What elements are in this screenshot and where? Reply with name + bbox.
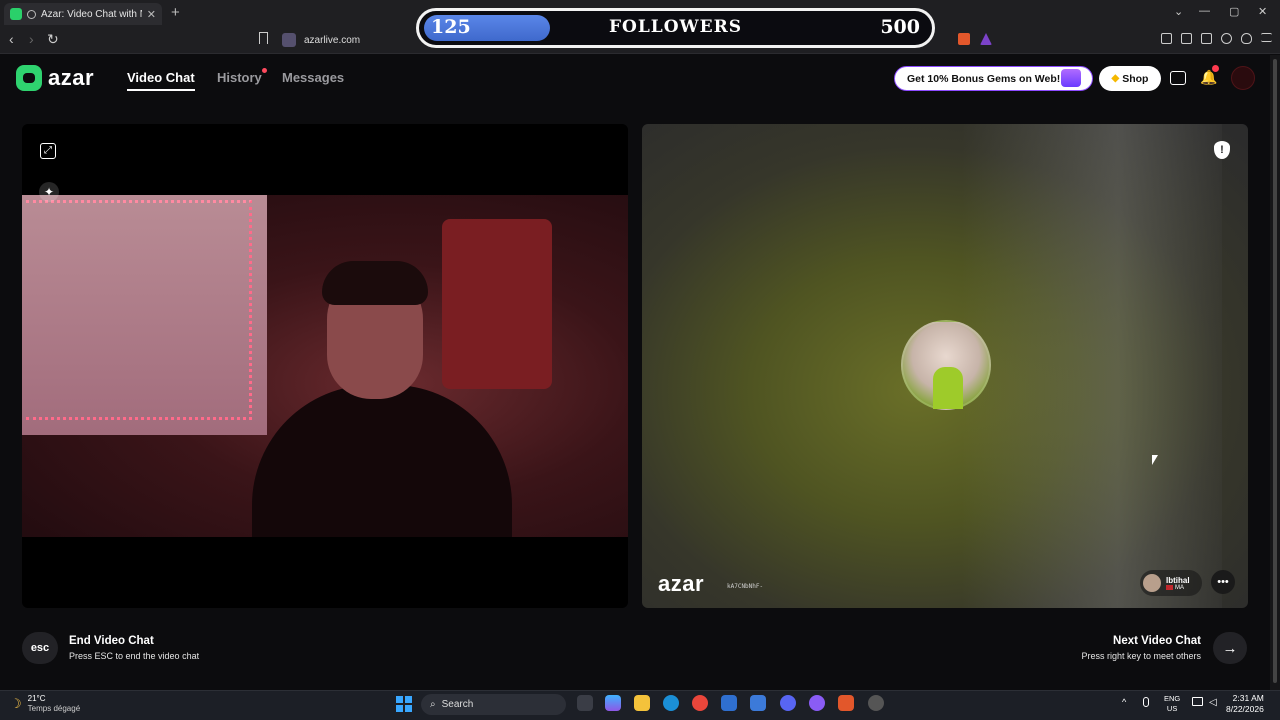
history-unread-dot <box>262 68 267 73</box>
followers-goal: 500 <box>880 16 920 38</box>
notification-badge <box>1212 65 1219 72</box>
task-view-icon[interactable] <box>577 695 593 711</box>
clock-time: 2:31 AM <box>1232 693 1264 703</box>
next-video-chat-hint: Press right key to meet others <box>1081 651 1201 661</box>
tab-title: Azar: Video Chat with New Pe <box>41 8 142 20</box>
peer-name: Ibtihal <box>1166 575 1190 585</box>
menu-icon[interactable] <box>1261 33 1272 42</box>
end-video-chat-hint: Press ESC to end the video chat <box>69 651 200 661</box>
azar-logo-icon <box>16 65 42 91</box>
wallet-icon[interactable] <box>1201 33 1212 44</box>
peer-info-tag[interactable]: Ibtihal MA <box>1140 570 1202 596</box>
url-text: azarlive.com <box>304 34 361 46</box>
tab-search-chevron-icon[interactable]: ⌄ <box>1174 5 1183 18</box>
nav-history[interactable]: History <box>217 70 262 85</box>
azar-watermark: azar <box>658 571 705 596</box>
tab-close-icon[interactable]: ✕ <box>147 8 156 21</box>
browser-tab-azar[interactable]: Azar: Video Chat with New Pe ✕ <box>4 3 162 25</box>
led-light-strip <box>26 200 252 420</box>
copilot-icon[interactable] <box>605 695 621 711</box>
search-icon: ⌕ <box>430 699 436 710</box>
beauty-filter-wand-icon[interactable]: ✦ <box>39 182 59 202</box>
vpn-icon[interactable] <box>1241 33 1252 44</box>
weather-widget[interactable]: ☽ 21°C Temps dégagé <box>10 694 80 714</box>
sidebar-icon[interactable] <box>1181 33 1192 44</box>
new-tab-button[interactable]: + <box>171 4 180 21</box>
expand-icon[interactable]: ⤢ <box>40 143 56 159</box>
windows-start-icon[interactable] <box>396 696 412 712</box>
mail-icon[interactable] <box>721 695 737 711</box>
watermark-code: kA7CNbNhF- <box>727 583 764 590</box>
volume-icon[interactable]: ◁ <box>1209 697 1217 708</box>
taskbar-search[interactable]: ⌕ Search <box>421 694 566 715</box>
self-video-panel <box>22 124 628 608</box>
brave-shields-icon[interactable] <box>958 33 970 45</box>
end-chat-esc-button[interactable]: esc <box>22 632 58 664</box>
promo-text: Get 10% Bonus Gems on Web! <box>907 72 1061 85</box>
audio-indicator-icon[interactable] <box>27 9 36 19</box>
store-icon[interactable] <box>750 695 766 711</box>
logo-text: azar <box>48 65 95 90</box>
bookmark-icon[interactable] <box>259 32 268 44</box>
self-camera-feed <box>22 195 628 537</box>
weather-desc: Temps dégagé <box>27 704 81 713</box>
leo-ai-icon[interactable] <box>1221 33 1232 44</box>
clock-date: 8/22/2026 <box>1226 704 1264 714</box>
mouse-cursor-icon <box>1152 455 1158 465</box>
nav-video-chat[interactable]: Video Chat <box>127 70 195 91</box>
hanging-shirt <box>442 219 552 389</box>
followers-label: FOLLOWERS <box>608 17 743 37</box>
gift-icon <box>1061 69 1081 87</box>
discord-icon[interactable] <box>780 695 796 711</box>
peer-avatar-small <box>1143 574 1161 592</box>
lang-region: US <box>1166 704 1178 713</box>
lang-code: ENG <box>1164 694 1181 703</box>
azar-logo[interactable]: azar <box>16 65 94 91</box>
site-info-icon[interactable] <box>282 33 296 47</box>
morocco-flag-icon <box>1166 585 1173 590</box>
page-scrollbar[interactable] <box>1270 55 1280 690</box>
shop-button[interactable]: ◆ Shop <box>1099 66 1161 91</box>
profile-avatar[interactable] <box>1231 66 1255 90</box>
end-video-chat-title: End Video Chat <box>69 635 154 647</box>
chrome-icon[interactable] <box>692 695 708 711</box>
shop-label: Shop <box>1122 72 1149 85</box>
scrollbar-thumb[interactable] <box>1273 59 1277 683</box>
extensions-icon[interactable] <box>1161 33 1172 44</box>
moon-weather-icon: ☽ <box>10 696 22 711</box>
edge-icon[interactable] <box>663 695 679 711</box>
microphone-icon[interactable] <box>1143 697 1149 707</box>
next-video-chat-title: Next Video Chat <box>1113 635 1201 647</box>
address-field[interactable]: azarlive.com <box>282 31 360 49</box>
person-hair <box>322 261 428 305</box>
person-body <box>252 385 512 537</box>
obs-icon[interactable] <box>809 695 825 711</box>
next-chat-arrow-button[interactable]: → <box>1213 632 1247 664</box>
network-icon[interactable] <box>1192 697 1203 706</box>
brave-taskbar-icon[interactable] <box>838 695 854 711</box>
tray-overflow-icon[interactable]: ^ <box>1122 697 1126 707</box>
azar-favicon-icon <box>10 8 22 20</box>
minimize-button[interactable]: — <box>1199 5 1210 17</box>
blurred-background <box>962 124 1222 608</box>
back-button[interactable]: ‹ <box>9 31 14 47</box>
settings-gear-icon[interactable] <box>868 695 884 711</box>
window-close-button[interactable]: ✕ <box>1258 5 1267 18</box>
forward-button[interactable]: › <box>29 31 34 47</box>
reload-button[interactable]: ↻ <box>47 31 59 48</box>
search-label: Search <box>441 699 474 710</box>
chat-bubble-icon[interactable]: ••• <box>1211 570 1235 594</box>
inbox-icon[interactable] <box>1170 71 1186 85</box>
input-language[interactable]: ENG US <box>1164 694 1180 714</box>
followers-goal-bar: 125 FOLLOWERS 500 <box>416 8 935 48</box>
weather-temp: 21°C <box>27 694 46 703</box>
nav-messages[interactable]: Messages <box>282 70 344 85</box>
system-clock[interactable]: 2:31 AM 8/22/2026 <box>1226 693 1264 715</box>
peer-profile-photo <box>901 320 991 410</box>
gem-icon: ◆ <box>1111 73 1120 84</box>
maximize-button[interactable]: ▢ <box>1229 5 1239 18</box>
peer-country: MA <box>1175 584 1184 591</box>
file-explorer-icon[interactable] <box>634 695 650 711</box>
